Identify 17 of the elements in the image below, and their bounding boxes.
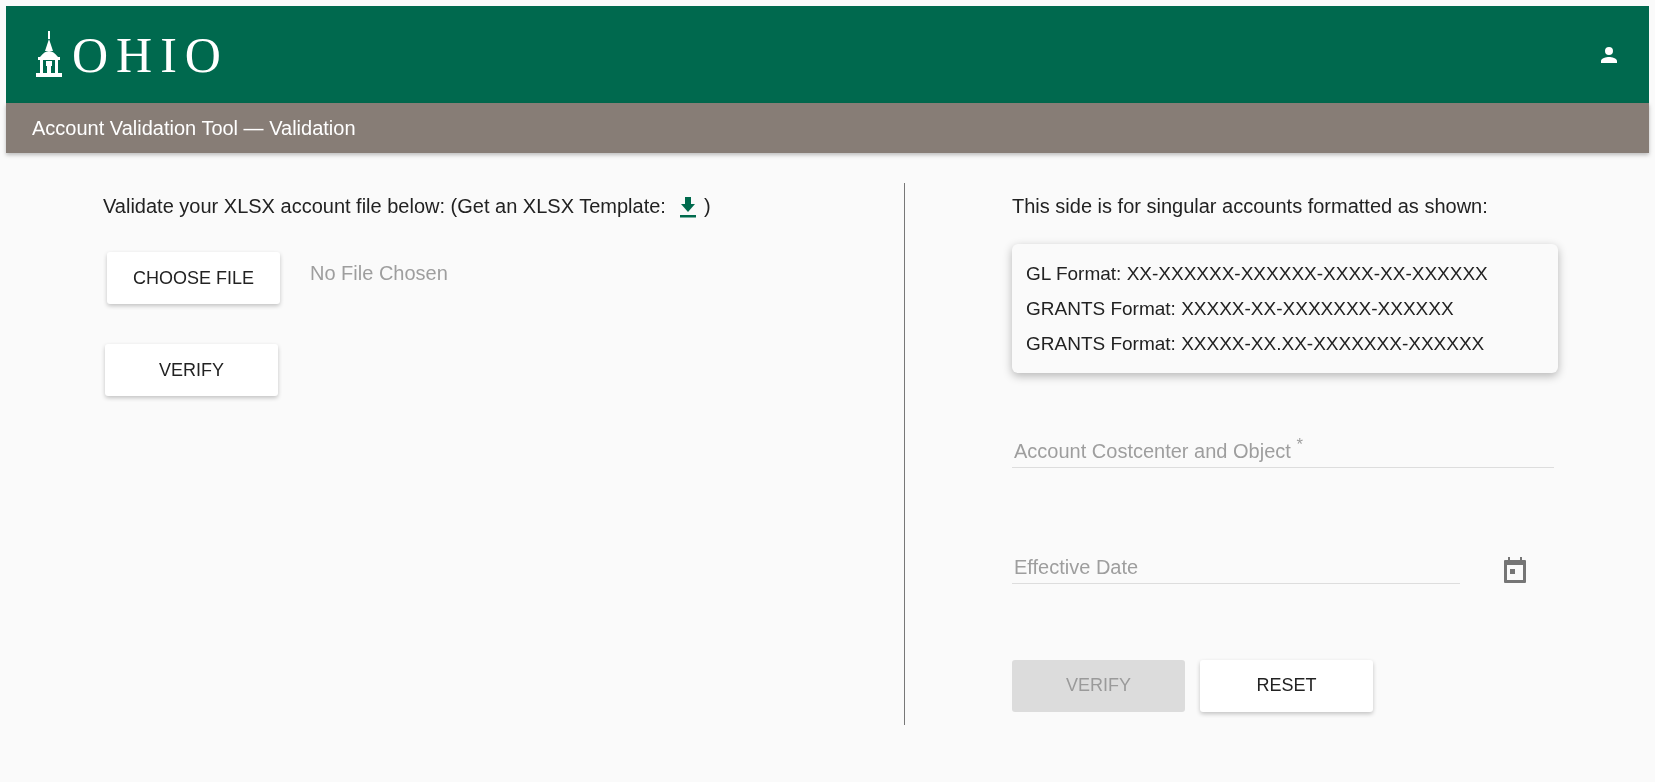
format-text: GL Format: XX-XXXXXX-XXXXXX-XXXX-XX-XXXXXX: [1026, 262, 1489, 286]
download-icon[interactable]: [677, 195, 698, 218]
choose-file-button[interactable]: CHOOSE FILE: [107, 252, 280, 304]
field-placeholder: Effective Date: [1014, 555, 1139, 578]
logo-text[interactable]: OHIO: [72, 25, 229, 84]
calendar-icon[interactable]: [1502, 555, 1528, 584]
page-title: Account Validation Tool — Validation: [32, 116, 356, 140]
file-status: No File Chosen: [310, 261, 448, 285]
instruction-text: ): [703, 195, 711, 218]
format-text: GRANTS Format: XXXXX-XX.XX-XXXXXXX-XXXXXX: [1026, 332, 1486, 356]
reset-button[interactable]: RESET: [1200, 659, 1373, 712]
instruction-text: Validate your XLSX account file below: (Get an XLSX Template:: [103, 195, 666, 218]
field-placeholder: Account Costcenter and Object $^{*}$: [1014, 439, 1303, 462]
cupola-icon: [34, 30, 64, 79]
intro-text: This side is for singular accounts formatted as shown:: [1012, 195, 1489, 218]
format-text: GRANTS Format: XXXXX-XX-XXXXXXX-XXXXXX: [1026, 297, 1455, 321]
verify-button[interactable]: VERIFY: [105, 344, 278, 396]
